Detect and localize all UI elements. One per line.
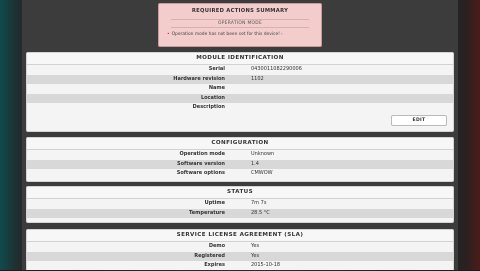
row-label: Temperature: [189, 209, 225, 216]
bullet-icon: •: [167, 32, 170, 37]
table-row: Registered Yes: [27, 251, 453, 261]
table-row: Demo Yes: [27, 242, 453, 252]
row-value: 28.5 °C: [251, 209, 270, 216]
row-label: Hardware revision: [173, 75, 225, 82]
sla-panel: SERVICE LICENSE AGREEMENT (SLA) Demo Yes…: [26, 229, 454, 270]
table-row: Software options CMWOW: [27, 169, 453, 179]
row-value: Yes: [251, 252, 260, 259]
edit-button[interactable]: EDIT: [391, 115, 447, 126]
table-row: Location: [27, 93, 453, 103]
alert-subtitle: OPERATION MODE: [171, 19, 309, 28]
row-label: Serial: [208, 66, 225, 72]
row-label: Operation mode: [179, 151, 225, 157]
row-value: CMWOW: [251, 170, 273, 176]
row-value: Yes: [251, 243, 260, 249]
table-row: Name: [27, 84, 453, 94]
table-row: Software version 1.4: [27, 159, 453, 169]
chevron-right-icon[interactable]: ›: [281, 32, 283, 37]
status-title: STATUS: [27, 187, 453, 199]
background-left-edge: [0, 0, 22, 270]
background-right-edge: [456, 0, 480, 270]
alert-item[interactable]: • Operation mode has not been set for thi…: [159, 32, 321, 38]
row-label: Description: [192, 104, 225, 110]
row-value: 1.4: [251, 160, 259, 167]
row-value: Unknown: [251, 151, 275, 157]
alert-title: REQUIRED ACTIONS SUMMARY: [191, 8, 289, 14]
table-row: Hardware revision 1102: [27, 74, 453, 84]
row-value: 2015-10-18: [251, 262, 281, 268]
table-row: Operation mode Unknown: [27, 150, 453, 160]
row-label: Name: [208, 85, 225, 91]
status-panel: STATUS Uptime 7m 7s Temperature 28.5 °C: [26, 186, 454, 223]
table-row: Uptime 7m 7s: [27, 199, 453, 209]
table-row: Temperature 28.5 °C: [27, 208, 453, 218]
row-label: Registered: [194, 252, 225, 259]
row-label: Uptime: [204, 200, 225, 206]
table-row: Serial 0430011082290006: [27, 65, 453, 75]
row-label: Location: [200, 94, 225, 101]
configuration-panel: CONFIGURATION Operation mode Unknown Sof…: [26, 137, 454, 182]
module-identification-title: MODULE IDENTIFICATION: [27, 53, 453, 65]
row-label: Software options: [176, 170, 225, 176]
row-value: 0430011082290006: [251, 66, 302, 72]
table-row: Description: [27, 103, 453, 113]
alert-message: Operation mode has not been set for this…: [171, 32, 280, 37]
table-row: Expires 2015-10-18: [27, 261, 453, 271]
row-value: 1102: [251, 75, 264, 82]
row-label: Demo: [208, 243, 225, 249]
required-actions-alert: REQUIRED ACTIONS SUMMARY OPERATION MODE …: [158, 3, 322, 47]
row-value: 7m 7s: [251, 200, 267, 206]
configuration-title: CONFIGURATION: [27, 138, 453, 150]
row-label: Software version: [177, 160, 225, 167]
sla-title: SERVICE LICENSE AGREEMENT (SLA): [27, 230, 453, 242]
module-identification-panel: MODULE IDENTIFICATION Serial 04300110822…: [26, 52, 454, 132]
row-label: Expires: [204, 262, 225, 268]
